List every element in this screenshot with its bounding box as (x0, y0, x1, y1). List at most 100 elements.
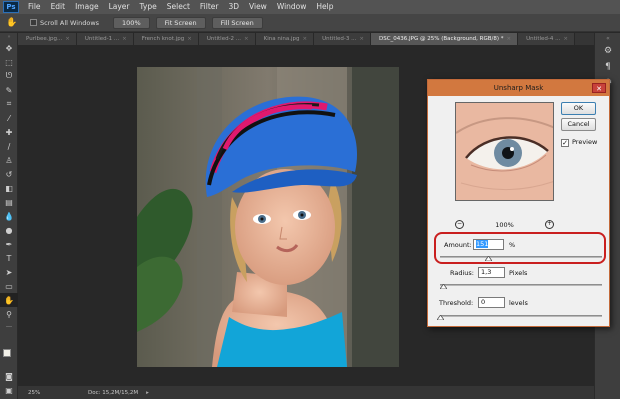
close-icon[interactable]: × (563, 36, 568, 42)
status-menu-arrow-icon[interactable]: ▸ (146, 390, 149, 396)
menu-layer[interactable]: Layer (104, 0, 135, 14)
cancel-button[interactable]: Cancel (561, 118, 596, 131)
menu-bar: Ps File Edit Image Layer Type Select Fil… (0, 0, 620, 14)
scroll-all-windows-checkbox[interactable] (30, 19, 37, 26)
lasso-tool-icon[interactable]: ᘎ (0, 69, 18, 83)
zoom-100-button[interactable]: 100% (113, 16, 150, 29)
tab-purlbee[interactable]: Purlbee.jpg... × (18, 33, 77, 45)
panel-collapse-icon[interactable]: » (0, 33, 18, 41)
tab-untitled-2[interactable]: Untitled-2 ... × (198, 33, 256, 45)
preview-eye-image (456, 103, 553, 200)
menu-view[interactable]: View (244, 0, 272, 14)
tab-label: Untitled-3 ... (322, 36, 357, 42)
menu-file[interactable]: File (23, 0, 46, 14)
close-icon[interactable]: × (359, 36, 364, 42)
brush-tool-icon[interactable]: ∕ (0, 139, 18, 153)
menu-filter[interactable]: Filter (195, 0, 224, 14)
ok-button[interactable]: OK (561, 102, 596, 115)
tab-label: DSC_0436.JPG @ 25% (Background, RGB/8) * (378, 36, 504, 42)
blur-tool-icon[interactable]: 💧 (0, 209, 18, 223)
tab-untitled-3[interactable]: Untitled-3 ... × (314, 33, 371, 45)
tab-dsc-0436[interactable]: DSC_0436.JPG @ 25% (Background, RGB/8) *… (370, 33, 519, 45)
marquee-tool-icon[interactable]: ⬚ (0, 55, 18, 69)
eraser-tool-icon[interactable]: ◧ (0, 181, 18, 195)
menu-help[interactable]: Help (311, 0, 338, 14)
foreground-color-swatch[interactable] (3, 349, 11, 357)
threshold-unit: levels (509, 299, 528, 307)
radius-label: Radius: (450, 269, 474, 277)
path-selection-tool-icon[interactable]: ➤ (0, 265, 18, 279)
tab-label: French knot.jpg (141, 36, 185, 42)
radius-slider[interactable] (440, 284, 602, 286)
preview-zoom-controls: − 100% + (455, 220, 554, 229)
tab-untitled-1[interactable]: Untitled-1 ... × (76, 33, 134, 45)
clone-stamp-tool-icon[interactable]: ♙ (0, 153, 18, 167)
threshold-input[interactable]: 0 (478, 297, 505, 308)
close-icon[interactable]: × (122, 36, 127, 42)
menu-select[interactable]: Select (162, 0, 195, 14)
zoom-in-icon[interactable]: + (545, 220, 554, 229)
status-bar: 25% Doc: 15,2M/15,2M ▸ (18, 386, 594, 399)
radius-slider-thumb[interactable] (439, 284, 447, 289)
photoshop-window: Ps File Edit Image Layer Type Select Fil… (0, 0, 620, 399)
tab-french-knot[interactable]: French knot.jpg × (133, 33, 199, 45)
preview-label: Preview (572, 138, 598, 146)
document-tabs: Purlbee.jpg... × Untitled-1 ... × French k… (18, 33, 594, 45)
menu-3d[interactable]: 3D (223, 0, 244, 14)
history-brush-tool-icon[interactable]: ↺ (0, 167, 18, 181)
preview-zoom-level: 100% (495, 220, 514, 229)
tab-kina-nina[interactable]: Kina nina.jpg × (255, 33, 315, 45)
zoom-tool-icon[interactable]: ⚲ (0, 307, 18, 321)
radius-input[interactable]: 1,3 (478, 267, 505, 278)
quick-select-tool-icon[interactable]: ✎ (0, 83, 18, 97)
close-icon[interactable]: × (507, 36, 512, 42)
gradient-tool-icon[interactable]: ▤ (0, 195, 18, 209)
menu-edit[interactable]: Edit (46, 0, 71, 14)
pen-tool-icon[interactable]: ✒ (0, 237, 18, 251)
close-icon[interactable]: × (187, 36, 192, 42)
threshold-slider[interactable] (440, 315, 602, 317)
close-icon[interactable]: × (303, 36, 308, 42)
radius-unit: Pixels (509, 269, 528, 277)
close-icon[interactable]: × (244, 36, 249, 42)
options-bar: ✋ Scroll All Windows 100% Fit Screen Fil… (0, 14, 620, 32)
close-icon[interactable]: ✕ (592, 83, 606, 93)
fill-screen-button[interactable]: Fill Screen (211, 16, 263, 29)
settings-icon[interactable]: ⚙ (595, 43, 620, 59)
tab-label: Untitled-1 ... (84, 36, 120, 42)
paragraph-icon[interactable]: ¶ (595, 59, 620, 75)
close-icon[interactable]: × (65, 36, 70, 42)
tools-panel: » ✥ ⬚ ᘎ ✎ ⌗ ⁄ ✚ ∕ ♙ ↺ ◧ ▤ 💧 ● ✒ T ➤ ▭ ✋ … (0, 33, 18, 399)
status-doc-size: Doc: 15,2M/15,2M (88, 389, 139, 396)
threshold-slider-thumb[interactable] (436, 315, 444, 320)
shape-tool-icon[interactable]: ▭ (0, 279, 18, 293)
more-tools-icon[interactable]: … (0, 321, 18, 329)
move-tool-icon[interactable]: ✥ (0, 41, 18, 55)
type-tool-icon[interactable]: T (0, 251, 18, 265)
menu-type[interactable]: Type (135, 0, 162, 14)
document-photo (137, 67, 399, 367)
fit-screen-button[interactable]: Fit Screen (155, 16, 206, 29)
quick-mask-icon[interactable]: ◙ (0, 369, 18, 383)
menu-image[interactable]: Image (70, 0, 104, 14)
crop-tool-icon[interactable]: ⌗ (0, 97, 18, 111)
hand-tool-icon[interactable]: ✋ (6, 17, 20, 29)
dodge-tool-icon[interactable]: ● (0, 223, 18, 237)
healing-brush-tool-icon[interactable]: ✚ (0, 125, 18, 139)
unsharp-mask-dialog: Unsharp Mask ✕ OK Cancel ✓ Preview − 100… (427, 79, 610, 327)
photoshop-logo-icon: Ps (3, 1, 19, 13)
preview-checkbox[interactable]: ✓ (561, 139, 569, 147)
eyedropper-tool-icon[interactable]: ⁄ (0, 111, 18, 125)
status-zoom[interactable]: 25% (18, 390, 78, 396)
tab-label: Untitled-4 ... (526, 36, 561, 42)
filter-preview[interactable] (455, 102, 554, 201)
zoom-out-icon[interactable]: − (455, 220, 464, 229)
dock-collapse-icon[interactable]: « (595, 33, 620, 43)
scroll-all-windows-label: Scroll All Windows (40, 18, 100, 27)
menu-window[interactable]: Window (272, 0, 312, 14)
screen-mode-icon[interactable]: ▣ (0, 383, 18, 397)
tab-untitled-4[interactable]: Untitled-4 ... × (518, 33, 575, 45)
tab-label: Purlbee.jpg... (26, 36, 63, 42)
threshold-label: Threshold: (439, 299, 474, 307)
hand-tool-icon[interactable]: ✋ (0, 293, 18, 307)
